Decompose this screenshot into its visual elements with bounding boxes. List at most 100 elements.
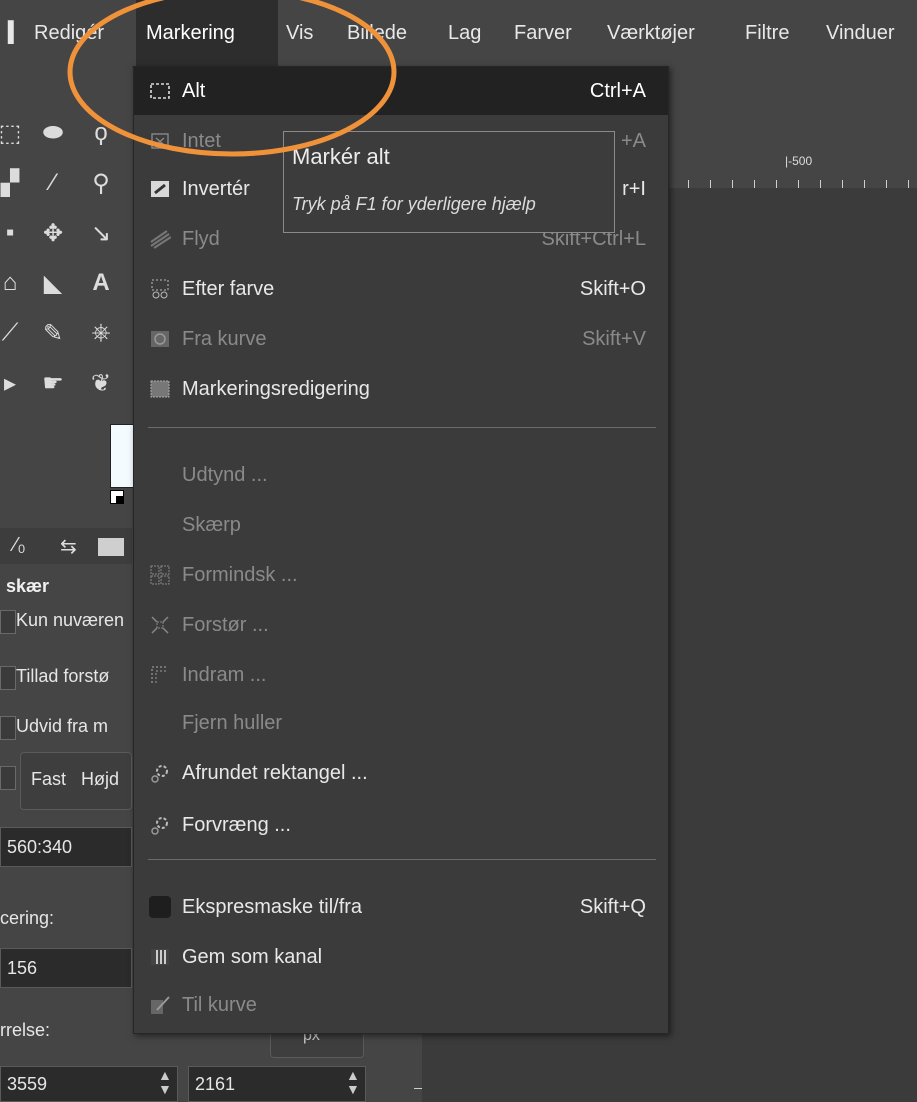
menu-item-indram[interactable]: Indram ... xyxy=(134,651,668,699)
checkbox-fixed[interactable] xyxy=(0,766,16,790)
paint-tool-icon[interactable]: ▸ xyxy=(0,366,20,400)
menu-item-label: Alt xyxy=(182,80,206,102)
menu-item-label: Til kurve xyxy=(182,994,257,1016)
menu-item-afrundet-rektangel[interactable]: Afrundet rektangel ... xyxy=(134,749,668,797)
menu-item-fjern-huller[interactable]: Fjern huller xyxy=(134,699,668,747)
menu-vaerktojer[interactable]: Værktøjer xyxy=(607,0,695,66)
clone-tool-icon[interactable]: ⎈ xyxy=(84,316,118,350)
smudge-tool-icon[interactable]: ☛ xyxy=(36,366,70,400)
ellipse-select-tool-icon[interactable]: ⬬ xyxy=(36,116,70,150)
brush-tool-icon[interactable]: ⟋ xyxy=(0,316,20,350)
menu-item-forvraeng[interactable]: Forvræng ... xyxy=(134,801,668,849)
tool-options-tab-icon[interactable]: ⁄₀ xyxy=(14,534,26,557)
images-tab-icon[interactable] xyxy=(98,538,124,556)
label-allow-grow: Tillad forstø xyxy=(16,666,110,686)
menu-rediger[interactable]: Redigér xyxy=(34,0,104,66)
tooltip-hint: Tryk på F1 for yderligere hjælp xyxy=(292,194,536,214)
label-expand-center: Udvid fra m xyxy=(16,716,109,736)
rect-select-tool-icon[interactable]: ⬚ xyxy=(0,116,21,150)
menu-item-alt[interactable]: Alt Ctrl+A xyxy=(134,67,668,115)
label-current-layer: Kun nuværen xyxy=(16,610,125,630)
select-all-icon xyxy=(148,79,172,103)
unified-transform-tool-icon[interactable]: ◣ xyxy=(36,266,70,300)
transform-tool-icon[interactable]: ▪ xyxy=(0,216,20,250)
menu-vinduer[interactable]: Vinduer xyxy=(826,0,895,66)
menu-item-shortcut: r+I xyxy=(622,178,646,200)
menu-item-forstor[interactable]: Forstør ... xyxy=(134,601,668,649)
menu-item-til-kurve[interactable]: Til kurve xyxy=(134,981,668,1029)
menu-billede[interactable]: Billede xyxy=(347,0,407,66)
selection-editor-icon xyxy=(148,377,172,401)
menu-item-label: Efter farve xyxy=(182,278,275,300)
menu-item-shortcut: Ctrl+A xyxy=(589,80,646,102)
menu-item-label: Fjern huller xyxy=(182,712,283,734)
checkbox-expand-center[interactable] xyxy=(0,716,16,740)
text-tool-icon[interactable]: A xyxy=(84,266,118,300)
tool-options-title: skær xyxy=(6,576,50,596)
checkbox-allow-grow[interactable] xyxy=(0,666,16,690)
menu-item-label: Forstør ... xyxy=(182,614,269,636)
menubar-handle: ▍ xyxy=(8,22,24,44)
tooltip-title: Markér alt xyxy=(292,144,390,169)
menu-lag[interactable]: Lag xyxy=(448,0,481,66)
ratio-input[interactable]: 560:340 xyxy=(0,827,132,867)
ruler-label: |-500 xyxy=(785,154,813,168)
invert-selection-icon xyxy=(148,177,172,201)
menu-item-label: Udtynd ... xyxy=(182,464,268,486)
float-selection-icon xyxy=(148,227,172,251)
menu-farver[interactable]: Farver xyxy=(514,0,572,66)
selection-from-path-icon xyxy=(148,327,172,351)
fixed-value: Højd xyxy=(81,769,120,789)
height-spin-icon[interactable]: ▲ ▼ xyxy=(346,1068,360,1096)
select-none-icon xyxy=(148,129,172,153)
menu-item-gem-som-kanal[interactable]: Gem som kanal xyxy=(134,933,668,981)
menu-item-fra-kurve[interactable]: Fra kurve Skift+V xyxy=(134,315,668,363)
menu-item-label: Ekspresmaske til/fra xyxy=(182,896,363,918)
menu-item-markeringsredigering[interactable]: Markeringsredigering xyxy=(134,365,668,413)
menu-item-label: Intet xyxy=(182,130,221,152)
height-input[interactable]: 2161 xyxy=(188,1066,366,1102)
size-label: rrelse: xyxy=(0,1020,51,1040)
tool-options-tabbar: ⁄₀ ⇆ xyxy=(0,528,132,564)
ink-tool-icon[interactable]: ✎ xyxy=(36,316,70,350)
menu-item-udtynd[interactable]: Udtynd ... xyxy=(134,451,668,499)
menu-item-label: Invertér xyxy=(182,178,250,200)
position-x-input[interactable]: 156 xyxy=(0,948,132,988)
grow-icon xyxy=(148,613,172,637)
undo-history-tab-icon[interactable]: ⇆ xyxy=(60,534,77,559)
menu-item-formindsk[interactable]: Formindsk ... xyxy=(134,551,668,599)
fixed-label: Fast xyxy=(31,769,67,789)
select-by-color-icon xyxy=(148,277,172,301)
menu-separator xyxy=(148,427,656,428)
script-gear-icon xyxy=(148,813,172,837)
menu-item-ekspresmaske[interactable]: Ekspresmaske til/fra Skift+Q xyxy=(134,883,668,931)
dodge-tool-icon[interactable]: ❦ xyxy=(84,366,118,400)
menu-item-label: Afrundet rektangel ... xyxy=(182,762,368,784)
menu-item-label: Indram ... xyxy=(182,664,267,686)
menu-item-shortcut: +A xyxy=(620,130,646,152)
zoom-tool-icon[interactable]: ⚲ xyxy=(84,166,118,200)
save-channel-icon xyxy=(148,945,172,969)
menu-item-label: Flyd xyxy=(182,228,220,250)
color-picker-tool-icon[interactable]: ⁄ xyxy=(36,166,70,200)
move-tool-icon[interactable]: ✥ xyxy=(36,216,70,250)
align-tool-icon[interactable]: ↘ xyxy=(84,216,118,250)
fixed-dropdown[interactable]: Fast Højd xyxy=(20,752,132,810)
menu-item-skaerp[interactable]: Skærp xyxy=(134,501,668,549)
bucket-tool-icon[interactable]: ▞ xyxy=(0,166,20,200)
default-colors-icon-back xyxy=(116,496,124,504)
warp-tool-icon[interactable]: ⌂ xyxy=(0,266,20,300)
menu-markering[interactable]: Markering xyxy=(136,0,278,66)
menu-vis[interactable]: Vis xyxy=(286,0,313,66)
menu-separator xyxy=(148,859,656,860)
menu-item-label: Fra kurve xyxy=(182,328,267,350)
script-gear-icon xyxy=(148,761,172,785)
menu-item-efter-farve[interactable]: Efter farve Skift+O xyxy=(134,265,668,313)
checkbox-current-layer[interactable] xyxy=(0,610,16,634)
width-input[interactable]: 3559 xyxy=(0,1066,178,1102)
tooltip: Markér alt Tryk på F1 for yderligere hjæ… xyxy=(283,131,615,233)
menu-filtre[interactable]: Filtre xyxy=(745,0,789,66)
lasso-tool-icon[interactable]: ϙ xyxy=(84,116,118,150)
menu-item-label: Skærp xyxy=(182,514,241,536)
width-spin-icon[interactable]: ▲ ▼ xyxy=(158,1068,172,1096)
